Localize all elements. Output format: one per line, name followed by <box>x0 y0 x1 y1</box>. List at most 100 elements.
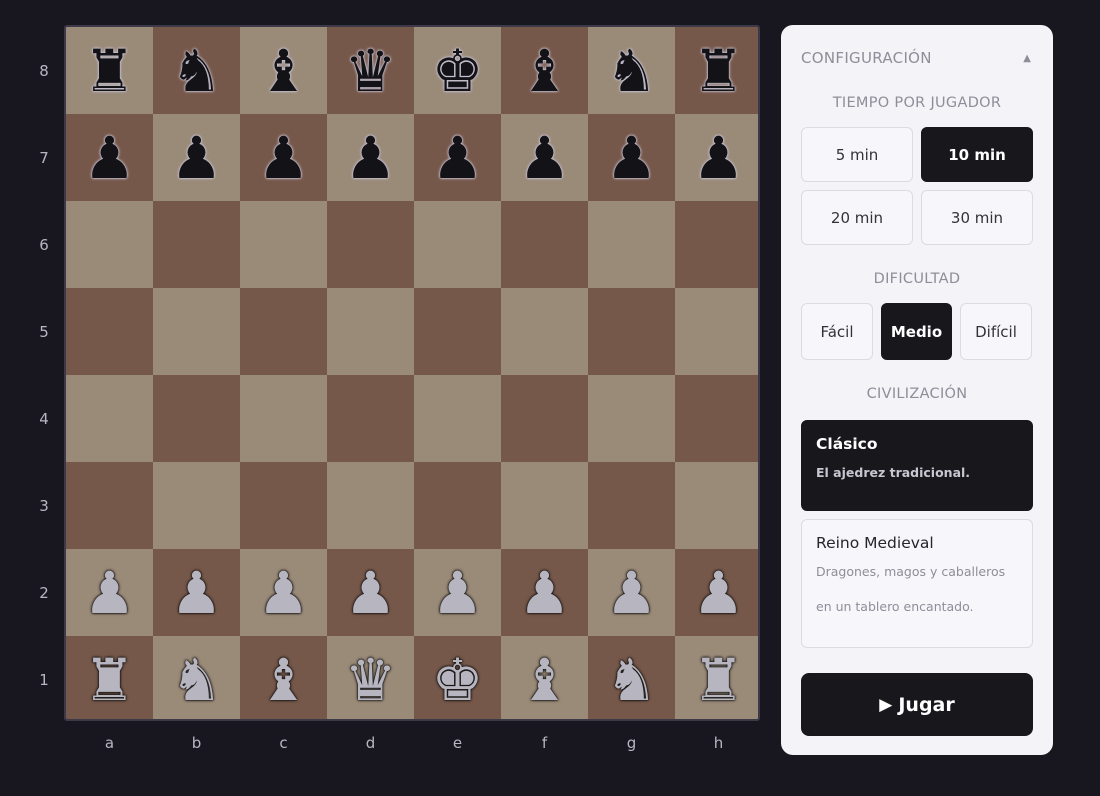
square-g6[interactable] <box>588 201 675 288</box>
square-h6[interactable] <box>675 201 758 288</box>
difficulty-medium[interactable]: Medio <box>881 303 952 360</box>
black-rook-icon[interactable]: ♜ <box>693 42 745 100</box>
square-e6[interactable] <box>414 201 501 288</box>
time-option-20[interactable]: 20 min <box>801 190 913 245</box>
square-g5[interactable] <box>588 288 675 375</box>
square-d2[interactable]: ♟ <box>327 549 414 636</box>
play-button[interactable]: ▶ Jugar <box>801 673 1033 736</box>
black-knight-icon[interactable]: ♞ <box>606 42 658 100</box>
square-d7[interactable]: ♟ <box>327 114 414 201</box>
square-c2[interactable]: ♟ <box>240 549 327 636</box>
square-e4[interactable] <box>414 375 501 462</box>
square-a4[interactable] <box>66 375 153 462</box>
black-pawn-icon[interactable]: ♟ <box>519 129 571 187</box>
settings-header[interactable]: CONFIGURACIÓN ▲ <box>801 25 1033 91</box>
square-a7[interactable]: ♟ <box>66 114 153 201</box>
difficulty-easy[interactable]: Fácil <box>801 303 873 360</box>
time-option-30[interactable]: 30 min <box>921 190 1033 245</box>
square-a8[interactable]: ♜ <box>66 27 153 114</box>
white-pawn-icon[interactable]: ♟ <box>432 564 484 622</box>
square-f2[interactable]: ♟ <box>501 549 588 636</box>
square-d5[interactable] <box>327 288 414 375</box>
square-b8[interactable]: ♞ <box>153 27 240 114</box>
black-pawn-icon[interactable]: ♟ <box>258 129 310 187</box>
black-pawn-icon[interactable]: ♟ <box>171 129 223 187</box>
square-f4[interactable] <box>501 375 588 462</box>
square-f5[interactable] <box>501 288 588 375</box>
square-e5[interactable] <box>414 288 501 375</box>
square-b5[interactable] <box>153 288 240 375</box>
square-h8[interactable]: ♜ <box>675 27 758 114</box>
white-pawn-icon[interactable]: ♟ <box>519 564 571 622</box>
white-pawn-icon[interactable]: ♟ <box>258 564 310 622</box>
square-h3[interactable] <box>675 462 758 549</box>
difficulty-hard[interactable]: Difícil <box>960 303 1032 360</box>
black-pawn-icon[interactable]: ♟ <box>693 129 745 187</box>
square-e2[interactable]: ♟ <box>414 549 501 636</box>
white-pawn-icon[interactable]: ♟ <box>345 564 397 622</box>
square-a3[interactable] <box>66 462 153 549</box>
square-f6[interactable] <box>501 201 588 288</box>
black-rook-icon[interactable]: ♜ <box>84 42 136 100</box>
square-h2[interactable]: ♟ <box>675 549 758 636</box>
square-h1[interactable]: ♜ <box>675 636 758 719</box>
square-g8[interactable]: ♞ <box>588 27 675 114</box>
white-knight-icon[interactable]: ♞ <box>606 651 658 709</box>
white-rook-icon[interactable]: ♜ <box>693 651 745 709</box>
black-king-icon[interactable]: ♚ <box>432 42 484 100</box>
white-queen-icon[interactable]: ♛ <box>345 651 397 709</box>
black-queen-icon[interactable]: ♛ <box>345 42 397 100</box>
square-c7[interactable]: ♟ <box>240 114 327 201</box>
square-d4[interactable] <box>327 375 414 462</box>
square-b2[interactable]: ♟ <box>153 549 240 636</box>
square-a5[interactable] <box>66 288 153 375</box>
square-f3[interactable] <box>501 462 588 549</box>
square-e1[interactable]: ♚ <box>414 636 501 719</box>
square-h4[interactable] <box>675 375 758 462</box>
square-c3[interactable] <box>240 462 327 549</box>
white-king-icon[interactable]: ♚ <box>432 651 484 709</box>
square-h5[interactable] <box>675 288 758 375</box>
square-c4[interactable] <box>240 375 327 462</box>
white-rook-icon[interactable]: ♜ <box>84 651 136 709</box>
square-g7[interactable]: ♟ <box>588 114 675 201</box>
square-e7[interactable]: ♟ <box>414 114 501 201</box>
chevron-up-icon[interactable]: ▲ <box>1023 53 1031 64</box>
square-b7[interactable]: ♟ <box>153 114 240 201</box>
square-c6[interactable] <box>240 201 327 288</box>
square-d1[interactable]: ♛ <box>327 636 414 719</box>
square-e3[interactable] <box>414 462 501 549</box>
square-d3[interactable] <box>327 462 414 549</box>
square-b6[interactable] <box>153 201 240 288</box>
white-bishop-icon[interactable]: ♝ <box>519 651 571 709</box>
black-knight-icon[interactable]: ♞ <box>171 42 223 100</box>
black-bishop-icon[interactable]: ♝ <box>258 42 310 100</box>
square-f8[interactable]: ♝ <box>501 27 588 114</box>
white-pawn-icon[interactable]: ♟ <box>171 564 223 622</box>
white-pawn-icon[interactable]: ♟ <box>693 564 745 622</box>
black-pawn-icon[interactable]: ♟ <box>345 129 397 187</box>
square-f7[interactable]: ♟ <box>501 114 588 201</box>
black-pawn-icon[interactable]: ♟ <box>432 129 484 187</box>
square-g4[interactable] <box>588 375 675 462</box>
square-d8[interactable]: ♛ <box>327 27 414 114</box>
white-knight-icon[interactable]: ♞ <box>171 651 223 709</box>
white-bishop-icon[interactable]: ♝ <box>258 651 310 709</box>
square-c5[interactable] <box>240 288 327 375</box>
white-pawn-icon[interactable]: ♟ <box>606 564 658 622</box>
square-a2[interactable]: ♟ <box>66 549 153 636</box>
square-g1[interactable]: ♞ <box>588 636 675 719</box>
square-g3[interactable] <box>588 462 675 549</box>
black-pawn-icon[interactable]: ♟ <box>84 129 136 187</box>
white-pawn-icon[interactable]: ♟ <box>84 564 136 622</box>
time-option-5[interactable]: 5 min <box>801 127 913 182</box>
square-d6[interactable] <box>327 201 414 288</box>
square-e8[interactable]: ♚ <box>414 27 501 114</box>
square-f1[interactable]: ♝ <box>501 636 588 719</box>
black-pawn-icon[interactable]: ♟ <box>606 129 658 187</box>
civilization-classic[interactable]: Clásico El ajedrez tradicional. <box>801 420 1033 511</box>
time-option-10[interactable]: 10 min <box>921 127 1033 182</box>
civilization-medieval[interactable]: Reino Medieval Dragones, magos y caballe… <box>801 519 1033 648</box>
square-c8[interactable]: ♝ <box>240 27 327 114</box>
square-g2[interactable]: ♟ <box>588 549 675 636</box>
